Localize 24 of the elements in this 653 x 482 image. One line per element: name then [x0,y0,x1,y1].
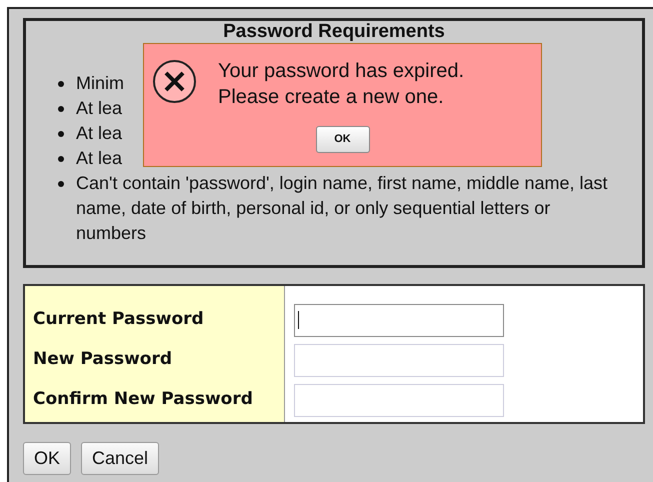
password-field[interactable] [294,304,504,336]
bullet-icon [58,131,64,137]
cancel-button[interactable]: Cancel [81,442,160,475]
bullet-icon [58,156,64,162]
requirements-title: Password Requirements [222,21,446,42]
password-field[interactable] [294,344,504,376]
requirement-text: At lea [76,147,122,170]
alert-message: Your password has expired. [218,59,464,84]
error-icon [152,59,197,104]
alert-message: Please create a new one. [218,85,445,110]
text-cursor-icon [298,311,299,329]
bullet-icon [58,106,64,112]
requirement-text: At lea [76,97,122,120]
field-label: Current Password [33,308,204,332]
bullet-icon [58,81,64,87]
password-field[interactable] [294,384,504,416]
bullet-icon [58,181,64,187]
ok-button[interactable]: OK [23,442,72,475]
field-label: Confirm New Password [33,388,253,412]
requirement-text: Minim [76,72,124,95]
field-label: New Password [33,348,172,372]
alert-ok-button[interactable]: OK [316,126,370,153]
requirement-text: At lea [76,122,122,145]
requirement-text: Can't contain 'password', login name, first name, middle name, last name, date of birth, personal id, or only sequential letters or numbers [76,172,609,245]
